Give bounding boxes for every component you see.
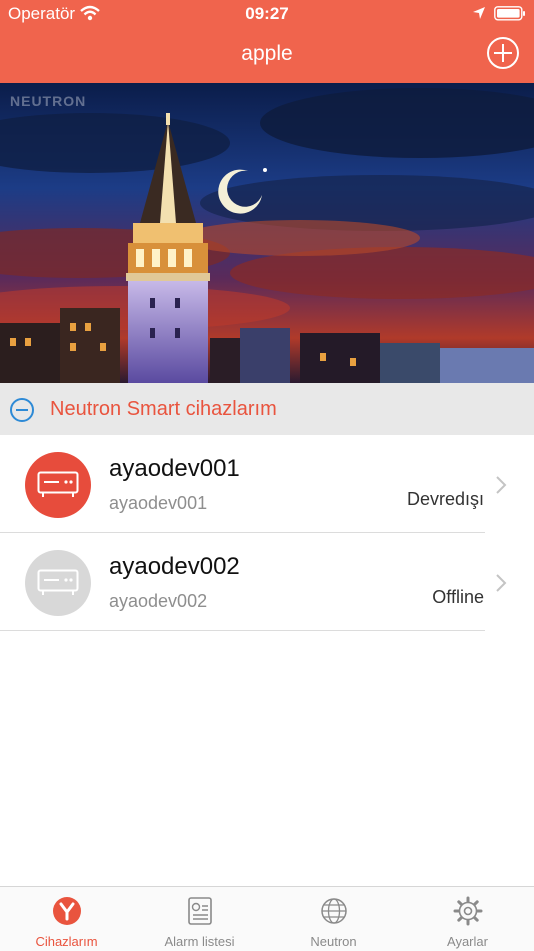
tab-devices[interactable]: Cihazlarım — [0, 887, 133, 951]
tab-label: Cihazlarım — [35, 934, 98, 949]
device-group-header[interactable]: Neutron Smart cihazlarım — [0, 383, 534, 435]
device-name: ayaodev001 — [109, 455, 240, 482]
device-avatar — [25, 452, 91, 518]
device-id: ayaodev001 — [109, 493, 208, 513]
brand-watermark: NEUTRON — [10, 93, 87, 109]
collapse-minus-icon[interactable] — [9, 397, 35, 423]
device-id: ayaodev002 — [109, 591, 208, 611]
row-divider — [0, 630, 485, 631]
page-title: apple — [241, 42, 293, 65]
tab-label: Ayarlar — [447, 934, 488, 949]
battery-icon — [494, 6, 526, 26]
chevron-right-icon — [496, 476, 507, 494]
plus-circle-icon — [487, 37, 519, 69]
device-status: Devredışı — [406, 489, 484, 509]
device-box-icon — [37, 569, 79, 595]
gear-icon — [453, 896, 482, 926]
device-row[interactable]: ayaodev001 ayaodev001 Devredışı — [0, 435, 534, 533]
tab-neutron[interactable]: Neutron — [267, 887, 400, 951]
device-status: Offline — [432, 587, 484, 607]
device-box-icon — [37, 471, 79, 497]
location-arrow-icon — [472, 6, 486, 25]
tab-alarm-list[interactable]: Alarm listesi — [133, 887, 266, 951]
tab-bar: Cihazlarım Alarm listesi Neutron Ayarlar — [0, 886, 534, 951]
device-row[interactable]: ayaodev002 ayaodev002 Offline — [0, 533, 534, 631]
navigation-header: Operatör 09:27 apple — [0, 0, 534, 83]
status-bar: Operatör 09:27 — [0, 0, 534, 30]
device-name: ayaodev002 — [109, 553, 240, 580]
tab-settings[interactable]: Ayarlar — [401, 887, 534, 951]
device-group-title: Neutron Smart cihazlarım — [50, 398, 277, 420]
chevron-right-icon — [496, 574, 507, 592]
device-avatar — [25, 550, 91, 616]
tab-label: Neutron — [310, 934, 357, 949]
banner-image: NEUTRON — [0, 83, 534, 383]
clock-label: 09:27 — [245, 4, 289, 23]
alarm-list-icon — [187, 897, 212, 925]
globe-icon — [320, 898, 347, 924]
tab-label: Alarm listesi — [164, 934, 235, 949]
add-device-button[interactable] — [486, 36, 520, 70]
devices-icon — [52, 897, 81, 925]
